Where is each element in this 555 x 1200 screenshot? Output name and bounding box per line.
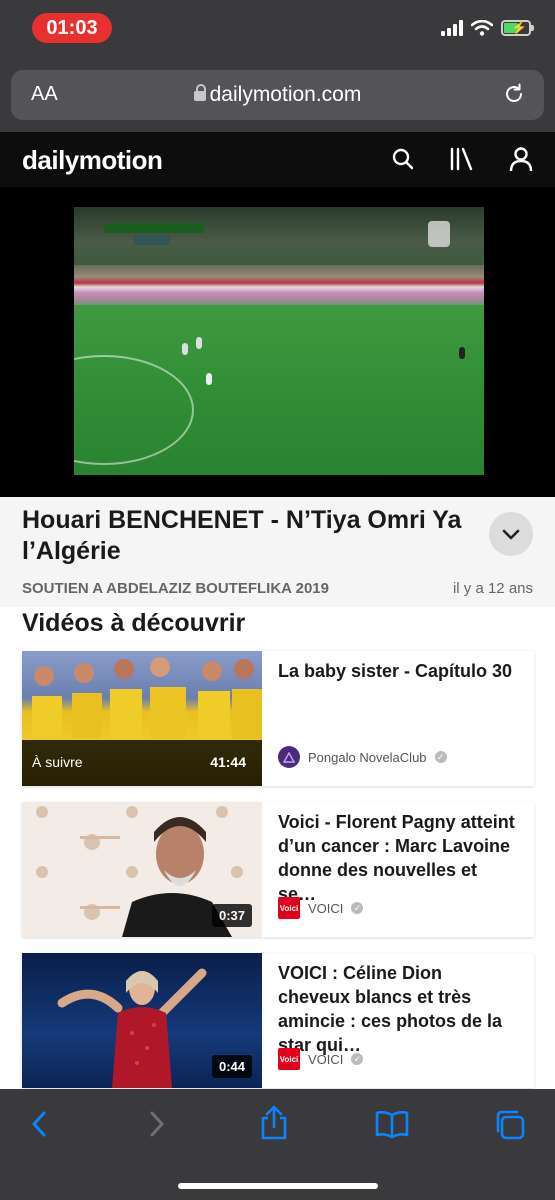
video-thumbnail[interactable]: À suivre 41:44 xyxy=(22,651,262,786)
video-card-title[interactable]: VOICI : Céline Dion cheveux blancs et tr… xyxy=(278,961,518,1057)
voici-logo-icon: Voici xyxy=(278,897,300,919)
tv-channel-logo xyxy=(428,221,450,247)
channel-name: Pongalo NovelaClub xyxy=(308,749,427,765)
lock-icon xyxy=(193,84,206,101)
up-next-label: À suivre xyxy=(32,754,83,770)
battery-icon: ⚡ xyxy=(501,20,534,36)
score-overlay xyxy=(104,223,204,233)
section-heading: Vidéos à découvrir xyxy=(22,609,246,637)
video-duration: 0:37 xyxy=(211,904,252,927)
reload-icon[interactable] xyxy=(502,82,526,106)
video-card-title[interactable]: Voici - Florent Pagny atteint d’un cance… xyxy=(278,810,518,906)
home-indicator[interactable] xyxy=(178,1183,378,1189)
video-info: Houari BENCHENET - N’Tiya Omri Ya l’Algé… xyxy=(0,497,555,607)
status-time: 01:03 xyxy=(32,13,112,43)
thumbnail-image xyxy=(32,657,262,739)
site-header: dailymotion xyxy=(0,132,555,187)
back-icon[interactable] xyxy=(28,1109,50,1139)
video-age: il y a 12 ans xyxy=(452,580,533,597)
up-next-bar: À suivre 41:44 xyxy=(22,740,262,786)
triangle-logo-icon xyxy=(283,751,295,763)
advertising-boards xyxy=(74,265,484,305)
status-icons: ⚡ xyxy=(441,20,534,36)
dailymotion-logo[interactable]: dailymotion xyxy=(22,145,163,176)
tabs-icon[interactable] xyxy=(494,1109,526,1141)
video-frame[interactable] xyxy=(74,207,484,475)
wifi-icon xyxy=(471,20,493,36)
video-duration: 41:44 xyxy=(210,754,246,770)
forward-icon[interactable] xyxy=(146,1109,168,1139)
verified-icon: ✓ xyxy=(434,751,447,763)
video-card-title[interactable]: La baby sister - Capítulo 30 xyxy=(278,659,518,683)
voici-logo-icon: Voici xyxy=(278,1048,300,1070)
football-pitch xyxy=(74,305,484,475)
channel-name: VOICI xyxy=(308,900,344,916)
video-card[interactable]: 0:44 VOICI : Céline Dion cheveux blancs … xyxy=(22,953,534,1088)
video-thumbnail[interactable]: 0:37 xyxy=(22,802,262,937)
verified-icon: ✓ xyxy=(351,902,364,914)
video-card-channel[interactable]: Pongalo NovelaClub ✓ xyxy=(278,746,447,768)
video-player[interactable] xyxy=(0,187,555,497)
match-clock-overlay xyxy=(134,235,170,245)
expand-description-button[interactable] xyxy=(489,512,533,556)
chevron-down-icon xyxy=(502,529,520,540)
url-text: dailymotion.com xyxy=(209,83,362,106)
channel-avatar xyxy=(278,746,300,768)
video-title: Houari BENCHENET - N’Tiya Omri Ya l’Algé… xyxy=(22,506,462,565)
video-card[interactable]: 0:37 Voici - Florent Pagny atteint d’un … xyxy=(22,802,534,937)
account-icon[interactable] xyxy=(509,146,533,172)
discover-section: Vidéos à découvrir À suivre 41:44 La bab… xyxy=(0,607,555,1089)
video-card[interactable]: À suivre 41:44 La baby sister - Capítulo… xyxy=(22,651,534,786)
share-icon[interactable] xyxy=(258,1105,290,1141)
library-icon[interactable] xyxy=(449,147,475,171)
video-card-channel[interactable]: Voici VOICI ✓ xyxy=(278,897,364,919)
video-channel-name[interactable]: SOUTIEN A ABDELAZIZ BOUTEFLIKA 2019 xyxy=(22,580,329,597)
cellular-signal-icon xyxy=(441,20,463,36)
video-duration: 0:44 xyxy=(211,1055,252,1078)
search-icon[interactable] xyxy=(391,147,415,171)
verified-icon: ✓ xyxy=(351,1053,364,1065)
status-bar: 01:03 ⚡ xyxy=(0,0,555,60)
channel-name: VOICI xyxy=(308,1051,344,1067)
page: 01:03 ⚡ AA dailymotion.com dailymotion H… xyxy=(0,0,555,1200)
address-bar[interactable]: AA dailymotion.com xyxy=(11,70,544,120)
video-card-channel[interactable]: Voici VOICI ✓ xyxy=(278,1048,364,1070)
bookmarks-icon[interactable] xyxy=(374,1109,410,1139)
video-thumbnail[interactable]: 0:44 xyxy=(22,953,262,1088)
url-display[interactable]: dailymotion.com xyxy=(11,83,544,107)
